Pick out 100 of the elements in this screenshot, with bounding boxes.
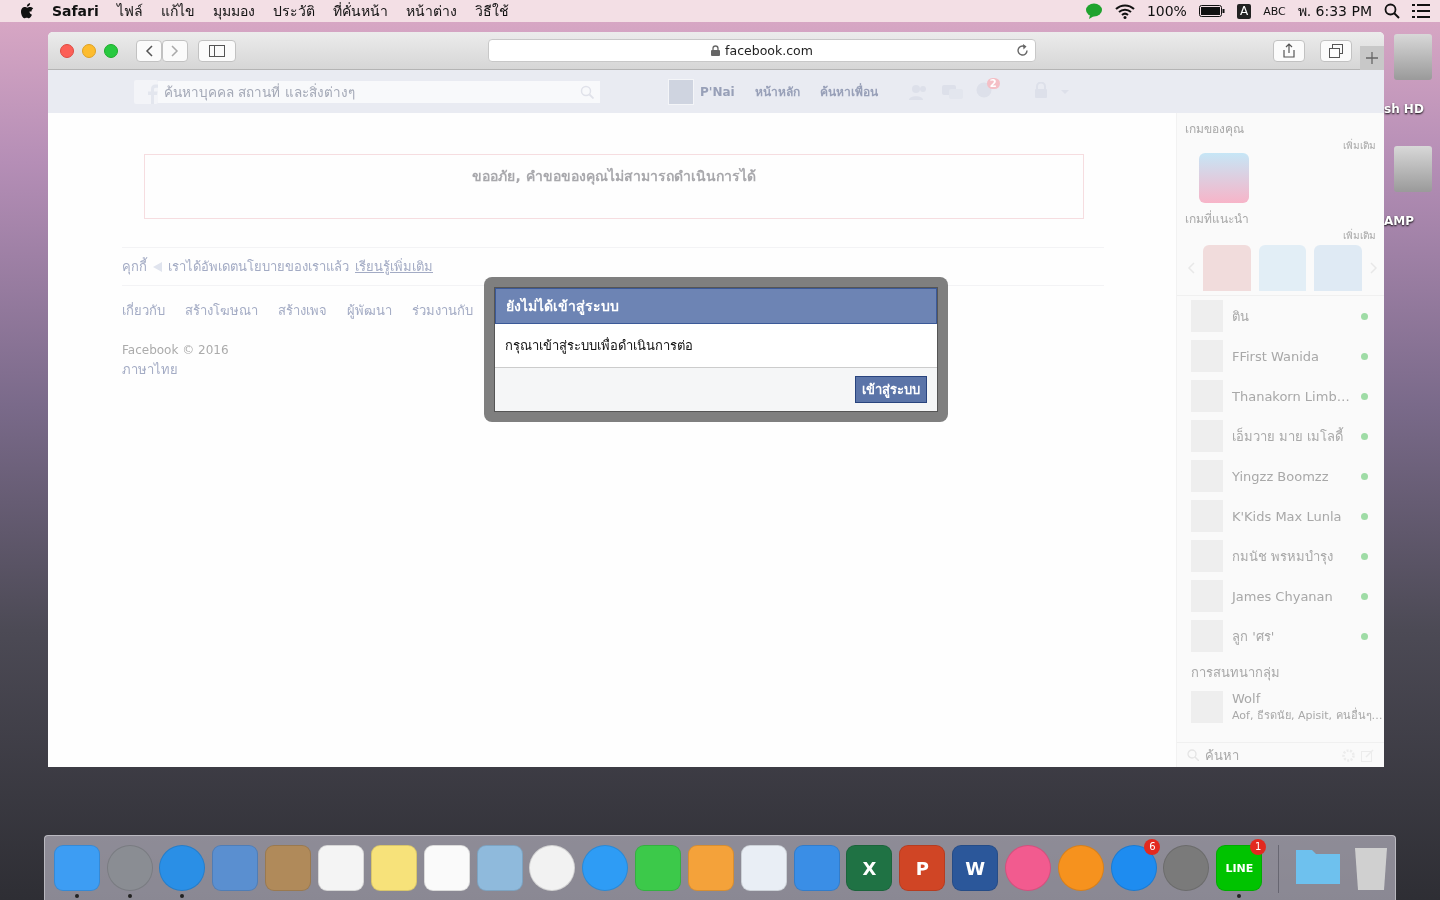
error-message: ขออภัย, คำขอของคุณไม่สามารถดำเนินการได้ [472,168,756,184]
search-placeholder[interactable]: ค้นหา [1205,744,1336,766]
close-button[interactable] [60,43,74,58]
menu-item[interactable]: วิธีใช้ [474,0,509,22]
cookie-notice: เราได้อัพเดตนโยบายของเราแล้ว [168,258,349,276]
sidebar-icon[interactable] [209,44,225,57]
clock[interactable]: พ. 6:33 PM [1297,0,1372,22]
learn-more-link[interactable]: เรียนรู้เพิ่มเติม [355,256,433,277]
section-title: เกมของคุณ [1184,121,1244,138]
contact-row[interactable]: K'Kids Max Lunla [1177,496,1384,536]
app-menu[interactable]: Safari [52,3,99,19]
app-icon[interactable] [53,845,100,891]
forward-button[interactable] [162,39,188,62]
contact-row[interactable]: กมนัช พรหมบำรุง [1177,536,1384,576]
app-tile[interactable]: W [952,845,999,891]
app-icon[interactable] [476,845,523,891]
notification-badge: 2 [986,77,1000,89]
drive-label: AMP [1384,214,1415,228]
app-icon[interactable] [1057,845,1104,891]
reload-icon[interactable] [1016,44,1029,57]
app-icon[interactable] [1004,845,1051,891]
contact-name: Thanakorn Limb… [1232,388,1351,404]
section-title: เกมที่แนะนำ [1184,209,1249,228]
nav-link[interactable]: หน้าหลัก [754,82,800,101]
tabs-button[interactable] [1320,39,1352,62]
plus-icon[interactable] [1366,52,1378,64]
group-name: Wolf [1232,690,1262,706]
dialog-title: ยังไม่ได้เข้าสู่ระบบ [495,288,937,324]
footer-link[interactable]: ผู้พัฒนา [347,300,392,321]
list-icon[interactable] [1412,4,1430,18]
app-icon[interactable] [370,845,417,891]
share-icon[interactable] [1283,43,1295,58]
language-link[interactable]: ภาษาไทย [122,359,178,380]
see-more-link[interactable]: เพิ่มเติม [1343,228,1384,243]
nav-link[interactable]: ค้นหาเพื่อน [819,82,878,101]
app-icon[interactable] [423,845,470,891]
contact-row[interactable]: FFirst Wanida [1177,336,1384,376]
apple-icon[interactable] [20,3,34,19]
footer-link[interactable]: เกี่ยวกับ [122,300,165,321]
see-more-link[interactable]: เพิ่มเติม [1343,138,1384,153]
profile-link[interactable]: P'Nai [668,78,735,105]
menu-item[interactable]: ประวัติ [272,0,315,22]
app-icon[interactable] [318,845,364,891]
game-tile[interactable] [1314,245,1363,291]
contact-row[interactable]: James Chyanan [1177,576,1384,616]
game-tile[interactable] [1199,153,1249,203]
chevron-left-icon[interactable] [145,44,153,57]
group-chat-row[interactable]: Wolf Aof, ธีรดนัย, Apisit, คนอื่นๆ… [1177,687,1384,727]
game-tile[interactable] [1258,245,1307,291]
footer-link[interactable]: สร้างโฆษณา [185,300,258,321]
app-icon[interactable] [529,845,576,891]
menu-item[interactable]: ไฟล์ [116,0,143,22]
contact-name: James Chyanan [1232,588,1334,604]
contact-row[interactable]: ลูก 'ศร' [1177,616,1384,656]
game-tile[interactable] [1202,245,1251,291]
hard-drive-icon[interactable] [1394,34,1432,80]
app-icon[interactable] [635,845,682,891]
app-tile[interactable]: P [899,845,946,891]
input-source-label[interactable]: ABC [1263,4,1286,18]
menu-item[interactable]: มุมมอง [212,0,255,22]
app-icon[interactable] [687,845,734,891]
input-source-icon[interactable]: A [1236,3,1252,19]
search-field[interactable]: ค้นหาบุคคล สถานที่ และสิ่งต่างๆ [158,80,600,103]
menu-item[interactable]: แก้ไข [160,0,195,22]
contact-row[interactable]: Yingzz Boomzz [1177,456,1384,496]
lock-icon [711,45,721,56]
tabs-icon[interactable] [1329,43,1343,58]
footer-link[interactable]: สร้างเพจ [278,300,327,321]
globe-icon[interactable] [975,81,994,98]
search-icon[interactable] [1384,3,1400,19]
wifi-icon[interactable] [1114,3,1135,19]
drive-label: sh HD [1384,102,1424,116]
photo-placeholder [668,78,694,105]
chat-app-icon[interactable] [1084,3,1103,19]
app-icon[interactable] [1163,845,1210,891]
sidebar-button[interactable] [198,39,236,62]
contact-name: ลูก 'ศร' [1232,627,1276,647]
menu-item[interactable]: ที่คั่นหน้า [332,0,388,22]
contact-row[interactable]: ติน [1177,296,1384,336]
zoom-button[interactable] [104,43,118,58]
contact-name: Yingzz Boomzz [1232,468,1330,484]
login-button[interactable]: เข้าสู่ระบบ [855,376,927,403]
minimize-button[interactable] [82,43,96,58]
address-field[interactable]: facebook.com [488,39,1036,62]
contact-name: K'Kids Max Lunla [1232,508,1343,524]
hard-drive-icon[interactable] [1394,146,1432,192]
menu-item[interactable]: หน้าต่าง [405,0,457,22]
footer-link[interactable]: ร่วมงานกับ [412,300,473,321]
cookie-label: คุกกี้ [122,256,147,277]
trash-can-icon[interactable] [1354,845,1389,891]
contact-row[interactable]: Thanakorn Limb… [1177,376,1384,416]
chevron-right-icon[interactable] [171,44,179,57]
address-text[interactable]: facebook.com [725,43,813,58]
app-icon[interactable] [740,845,787,891]
battery-icon[interactable] [1198,5,1225,17]
new-tab-button[interactable] [1360,46,1384,70]
contact-name: FFirst Wanida [1232,348,1321,364]
app-tile[interactable]: X [846,845,893,891]
contact-row[interactable]: เอ็มวาย มาย เมโลดี้ [1177,416,1384,456]
group-members: Aof, ธีรดนัย, Apisit, คนอื่นๆ… [1232,706,1383,724]
